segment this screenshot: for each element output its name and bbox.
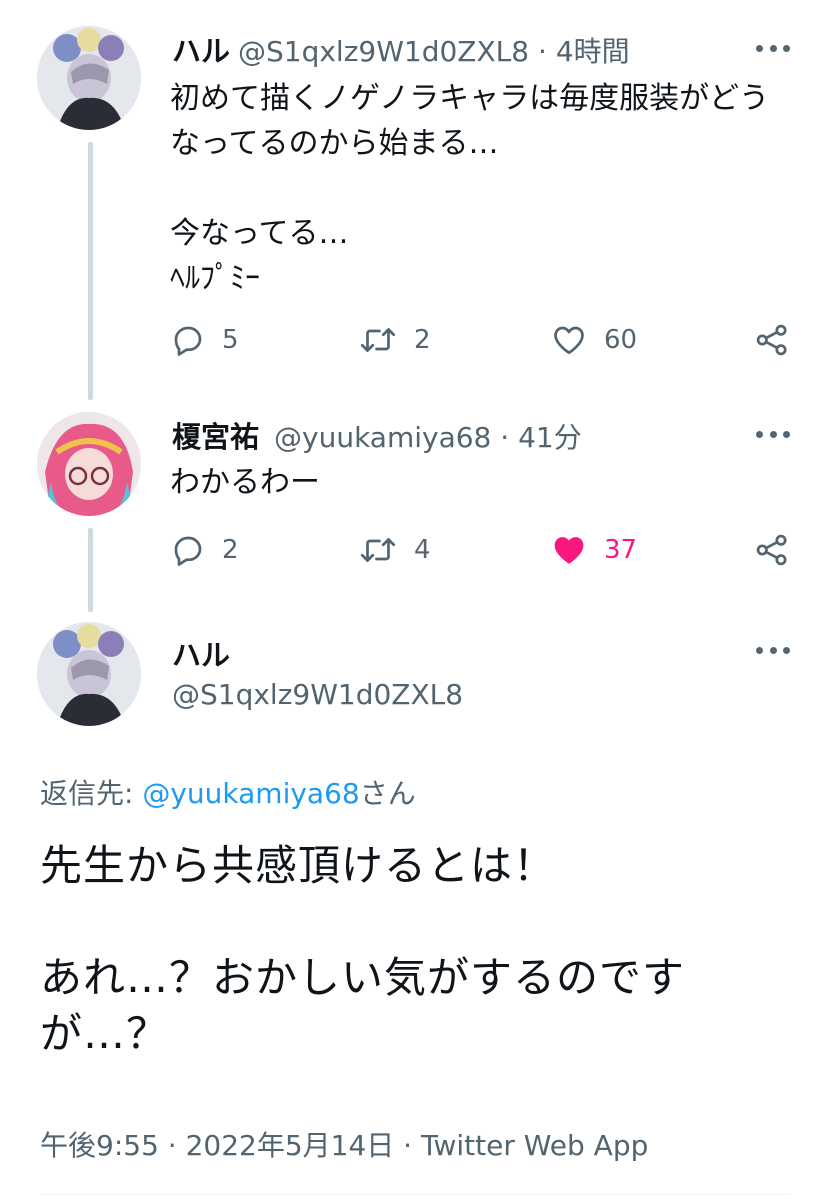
- retweet-button[interactable]: 4: [358, 532, 431, 568]
- author-handle[interactable]: @S1qxlz9W1d0ZXL8: [172, 678, 463, 711]
- reply-to-label: 返信先:: [40, 777, 143, 810]
- retweet-icon: [360, 538, 396, 562]
- like-count: 60: [604, 325, 638, 355]
- separator: ·: [538, 35, 547, 68]
- reply-button[interactable]: 5: [170, 322, 239, 358]
- share-icon: [756, 324, 787, 356]
- like-icon: [554, 326, 584, 355]
- avatar[interactable]: [37, 622, 141, 726]
- retweet-count: 4: [414, 535, 431, 565]
- reply-mention-link[interactable]: @yuukamiya68: [142, 777, 359, 810]
- tweet-meta: @yuukamiya68 · 41分: [274, 416, 582, 456]
- share-button[interactable]: [754, 322, 790, 362]
- share-button[interactable]: [754, 532, 790, 572]
- like-button[interactable]: 37: [550, 532, 637, 568]
- like-filled-icon: [554, 537, 584, 564]
- tweet-meta: @S1qxlz9W1d0ZXL8 · 4時間: [238, 30, 630, 70]
- more-icon[interactable]: [756, 429, 790, 439]
- divider: [40, 1194, 790, 1195]
- reply-count: 2: [222, 535, 239, 565]
- author-handle[interactable]: @yuukamiya68: [274, 421, 491, 454]
- author-name[interactable]: ハル: [172, 28, 230, 70]
- thread-line: [88, 528, 93, 612]
- separator: ·: [500, 421, 510, 454]
- main-tweet-text: 先生から共感頂けるとは！ あれ…？おかしい気がするのですが…？: [40, 841, 686, 1058]
- retweet-count: 2: [414, 325, 431, 355]
- author-handle[interactable]: @S1qxlz9W1d0ZXL8: [238, 35, 529, 68]
- reply-count: 5: [222, 325, 239, 355]
- tweet-time[interactable]: 41分: [518, 421, 582, 454]
- avatar[interactable]: [37, 26, 141, 130]
- like-count: 37: [604, 535, 638, 565]
- tweet-text: 初めて描くノゲノラキャラは毎度服装がどうなってるのから始まる… 今なってる… ﾍ…: [170, 81, 770, 296]
- tweet-text: わかるわー: [170, 465, 320, 500]
- reply-icon: [174, 536, 202, 566]
- thread-line: [88, 142, 93, 400]
- tweet-time[interactable]: 4時間: [556, 35, 630, 68]
- retweet-icon: [360, 328, 396, 352]
- reply-to-suffix: さん: [359, 777, 416, 810]
- more-icon[interactable]: [756, 43, 790, 53]
- reply-button[interactable]: 2: [170, 532, 239, 568]
- retweet-button[interactable]: 2: [358, 322, 431, 358]
- author-name[interactable]: 榎宮祐: [172, 414, 259, 456]
- reply-to-line: 返信先: @yuukamiya68さん: [40, 772, 416, 812]
- tweet-timestamp[interactable]: 午後9:55 · 2022年5月14日 · Twitter Web App: [40, 1124, 648, 1164]
- like-button[interactable]: 60: [550, 322, 637, 358]
- more-icon[interactable]: [756, 645, 790, 655]
- avatar[interactable]: [37, 412, 141, 516]
- share-icon: [756, 534, 787, 566]
- author-name[interactable]: ハル: [172, 632, 230, 674]
- reply-icon: [174, 326, 202, 356]
